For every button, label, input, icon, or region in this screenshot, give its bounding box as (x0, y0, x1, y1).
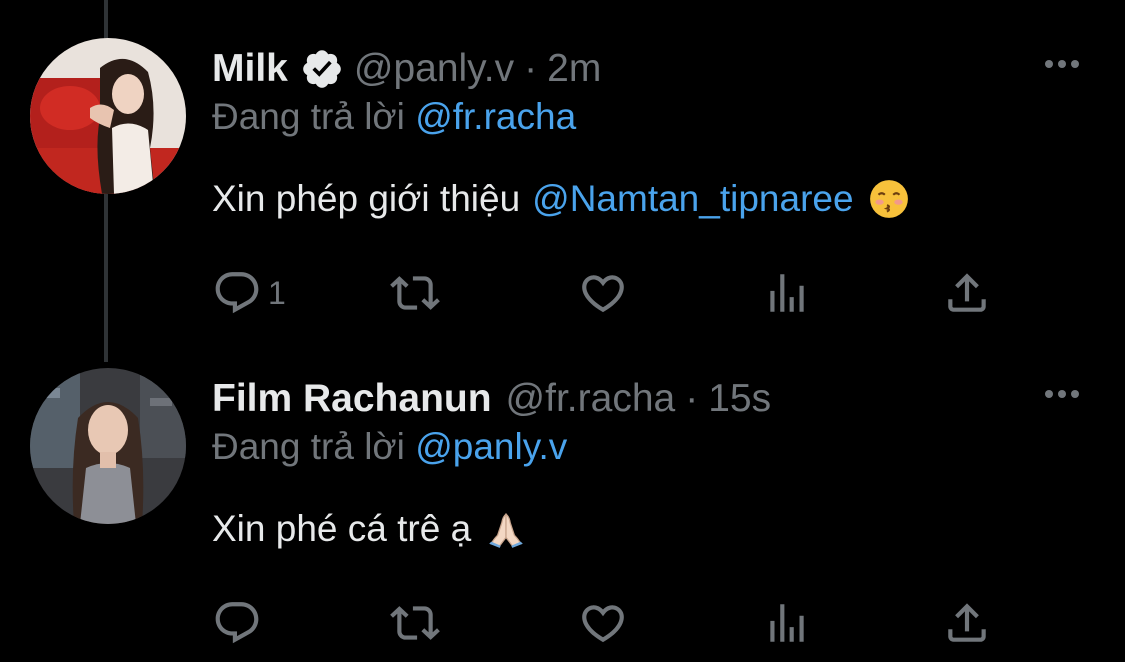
reply-button[interactable]: 1 (212, 268, 286, 318)
tweet-text-body: Xin phép giới thiệu (212, 178, 521, 219)
replying-to-mention[interactable]: @panly.v (415, 426, 567, 467)
display-name[interactable]: Milk (212, 47, 288, 91)
tweet-text: Xin phép giới thiệu @Namtan_tipnaree (212, 178, 910, 220)
retweet-icon (390, 606, 440, 640)
avatar-milk-image (30, 38, 186, 194)
like-icon (582, 275, 624, 313)
retweet-icon (390, 276, 440, 310)
user-handle[interactable]: @panly.v (354, 47, 514, 91)
tweet-actions: 1 (212, 268, 1012, 318)
tweet[interactable]: Milk @panly.v · 2m Đang trả lời @fr.rach… (0, 0, 1125, 330)
folded-hands-emoji-icon (485, 508, 527, 550)
reply-icon (215, 602, 259, 644)
retweet-button[interactable] (390, 268, 440, 318)
tweet-mention[interactable]: @Namtan_tipnaree (532, 178, 853, 220)
reply-count: 1 (268, 274, 286, 311)
more-icon[interactable] (1043, 384, 1081, 404)
separator-dot: · (685, 377, 699, 420)
avatar[interactable] (30, 38, 186, 194)
like-button[interactable] (578, 268, 628, 318)
more-icon[interactable] (1043, 54, 1081, 74)
replying-to-label: Đang trả lời (212, 426, 405, 467)
kissing-face-emoji-icon (868, 178, 910, 220)
share-button[interactable] (942, 268, 992, 318)
replying-to-label: Đang trả lời (212, 96, 405, 137)
share-icon (948, 273, 986, 312)
views-button[interactable] (762, 268, 812, 318)
views-button[interactable] (762, 598, 812, 648)
reply-button[interactable] (212, 598, 268, 648)
avatar[interactable] (30, 368, 186, 524)
timestamp[interactable]: 2m (547, 47, 601, 91)
replying-to: Đang trả lời @fr.racha (212, 96, 576, 138)
share-button[interactable] (942, 598, 992, 648)
display-name[interactable]: Film Rachanun (212, 377, 492, 421)
views-icon (770, 274, 804, 312)
user-handle[interactable]: @fr.racha (506, 377, 676, 421)
views-icon (770, 604, 804, 642)
tweet-text: Xin phé cá trê ạ (212, 508, 527, 550)
replying-to: Đang trả lời @panly.v (212, 426, 567, 468)
tweet-text-body: Xin phé cá trê ạ (212, 508, 472, 549)
avatar-film-image (30, 368, 186, 524)
verified-badge-icon (300, 47, 344, 91)
tweet-header: Milk @panly.v · 2m (212, 44, 601, 94)
share-icon (948, 603, 986, 642)
tweet-actions (212, 598, 1012, 648)
separator-dot: · (524, 47, 538, 90)
reply-icon (215, 272, 259, 314)
retweet-button[interactable] (390, 598, 440, 648)
like-icon (582, 605, 624, 643)
replying-to-mention[interactable]: @fr.racha (415, 96, 576, 137)
timestamp[interactable]: 15s (708, 377, 771, 421)
tweet[interactable]: Film Rachanun @fr.racha · 15s Đang trả l… (0, 330, 1125, 662)
like-button[interactable] (578, 598, 628, 648)
tweet-header: Film Rachanun @fr.racha · 15s (212, 374, 771, 424)
